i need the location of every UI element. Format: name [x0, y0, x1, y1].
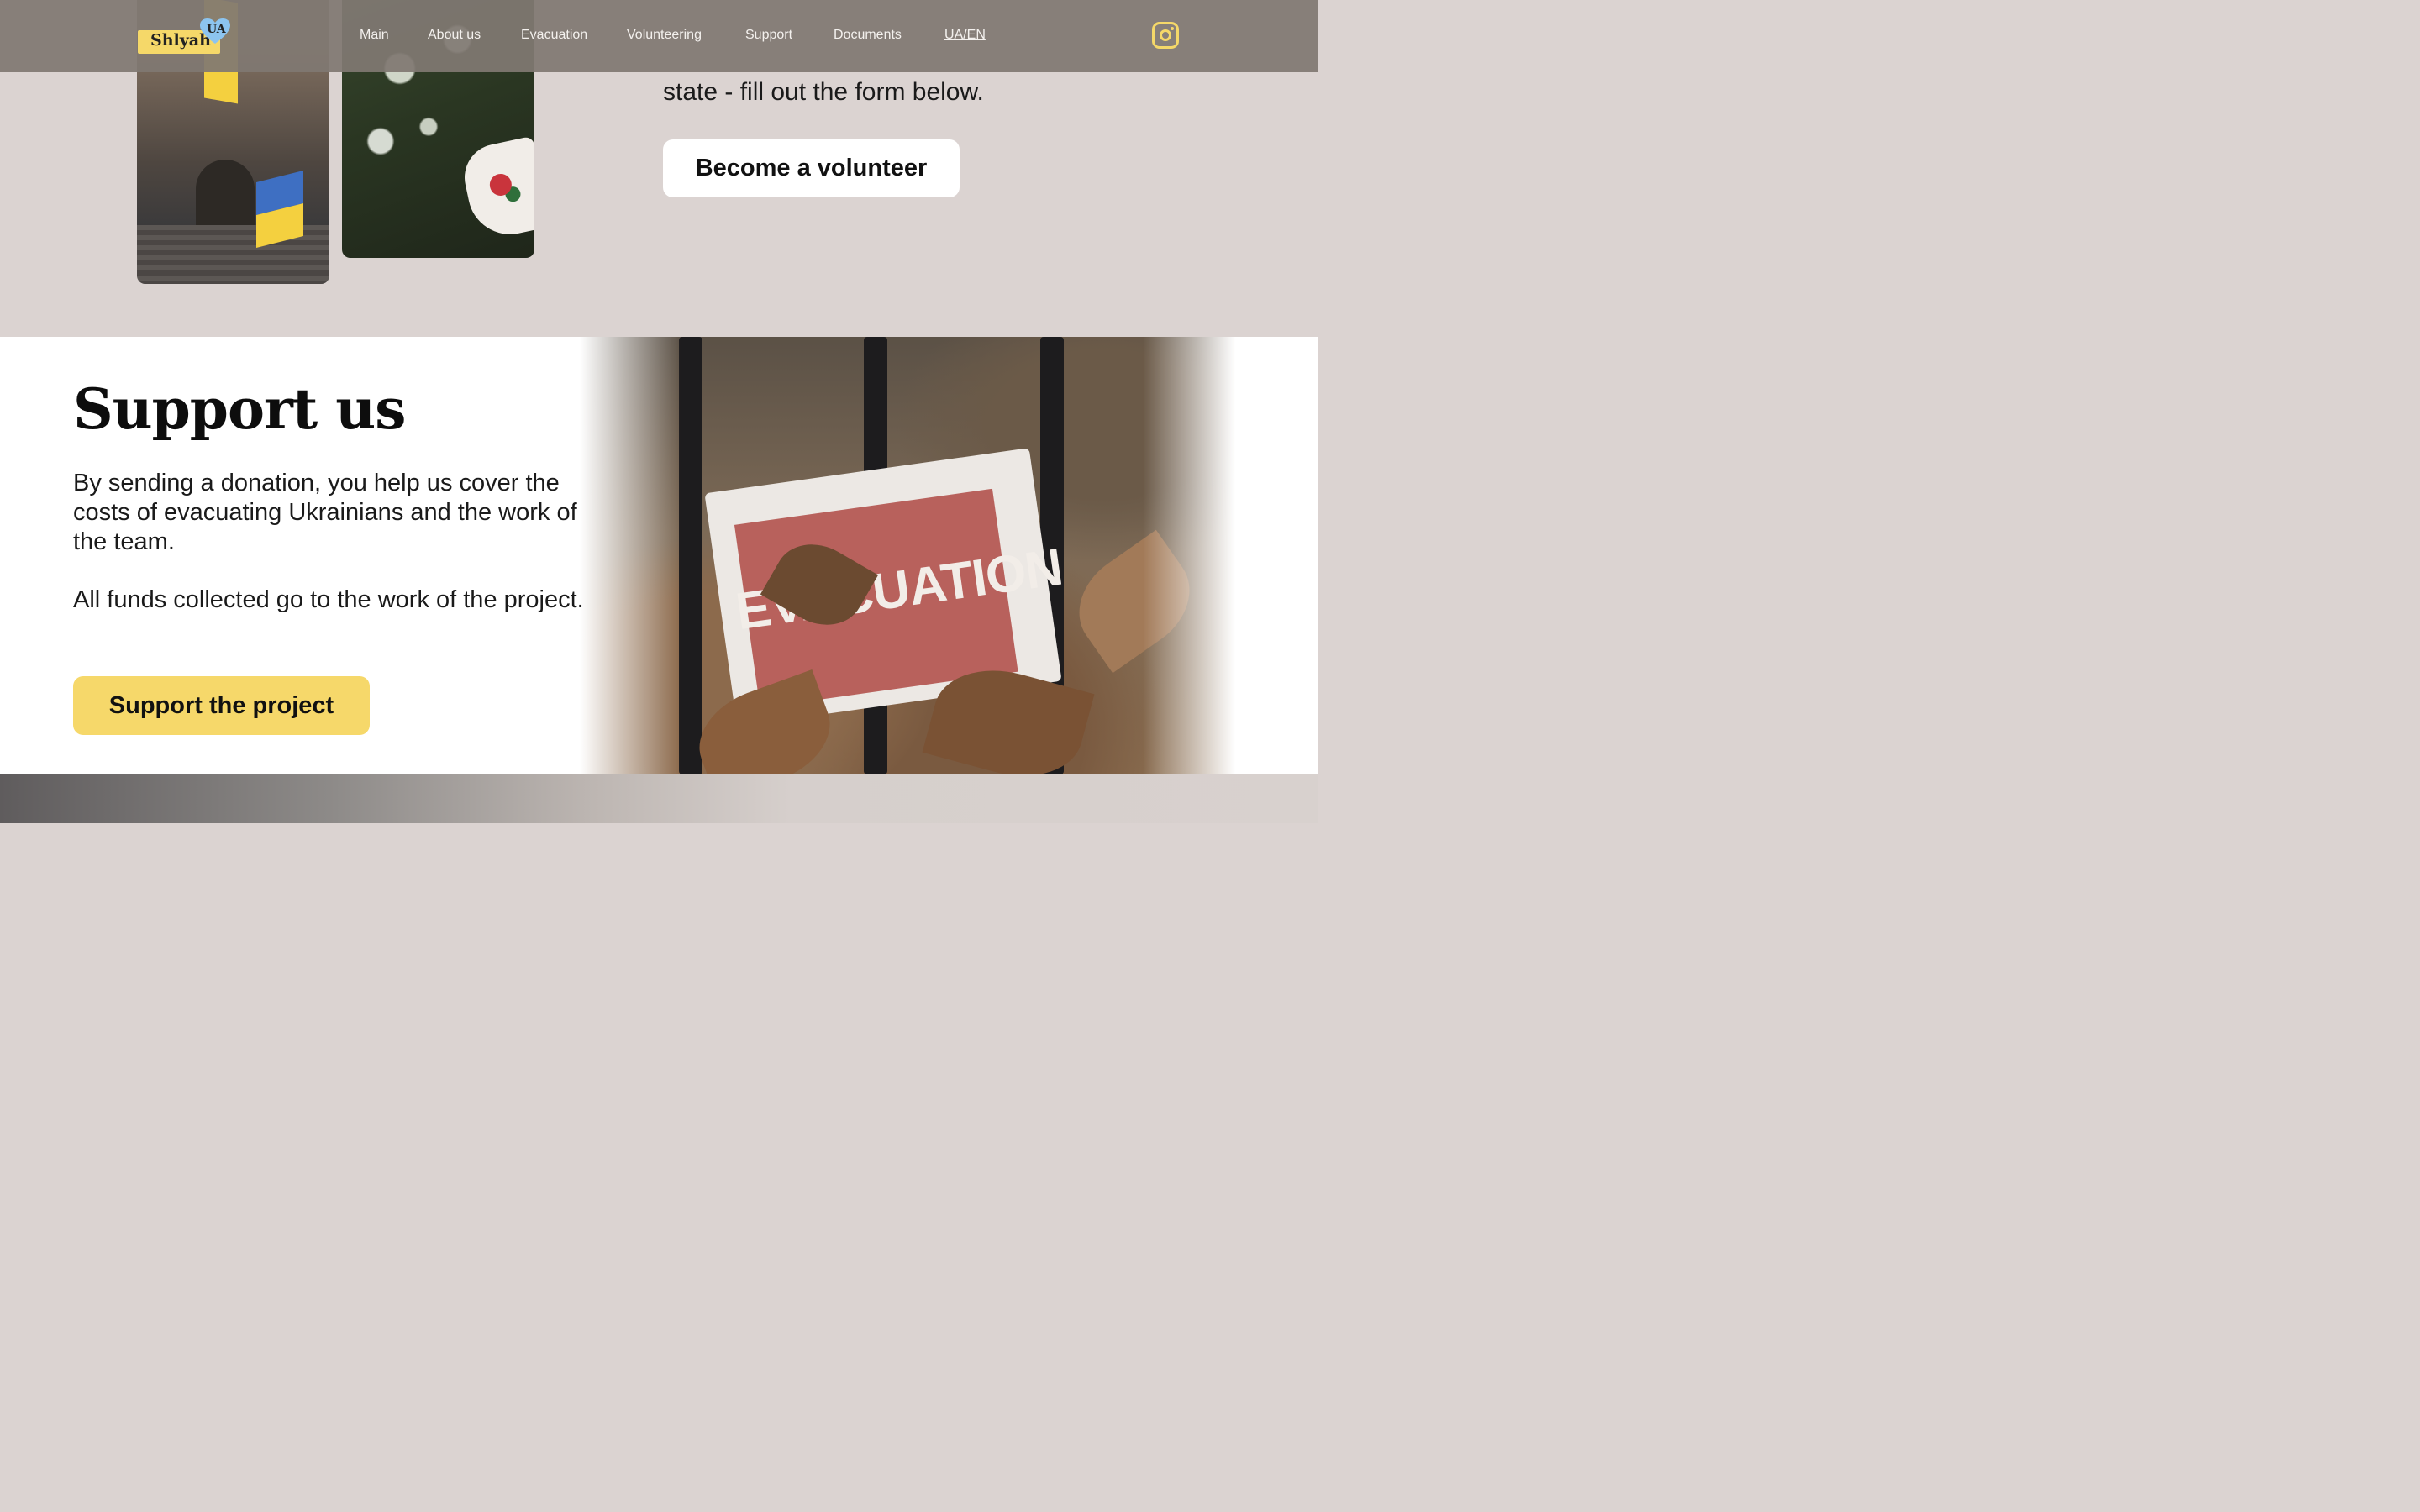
volunteer-description: state - fill out the form below.	[663, 78, 984, 106]
logo-badge: UA	[207, 23, 226, 36]
instagram-icon[interactable]	[1152, 22, 1179, 49]
support-paragraph-funds: All funds collected go to the work of th…	[73, 586, 584, 613]
nav-documents[interactable]: Documents	[834, 28, 902, 43]
nav-evacuation[interactable]: Evacuation	[521, 28, 587, 43]
ukrainian-flag	[256, 171, 303, 248]
support-paragraph-donation: By sending a donation, you help us cover…	[73, 470, 577, 555]
site-header: Shlyah UA Main About us Evacuation Volun…	[0, 0, 1318, 72]
photo-fade-right	[1143, 337, 1235, 774]
building-arch	[196, 160, 255, 235]
nav-volunteering[interactable]: Volunteering	[627, 28, 702, 43]
support-title: Support us	[73, 376, 406, 442]
next-section-preview	[0, 774, 1318, 823]
support-project-button[interactable]: Support the project	[73, 676, 370, 735]
become-volunteer-button[interactable]: Become a volunteer	[663, 139, 960, 197]
photo-fade-left	[580, 337, 681, 774]
fence-bar	[679, 337, 702, 774]
site-logo[interactable]: Shlyah UA	[138, 18, 232, 55]
nav-about-us[interactable]: About us	[428, 28, 481, 43]
logo-name: Shlyah	[150, 31, 211, 50]
nav-support[interactable]: Support	[745, 28, 792, 43]
nav-main[interactable]: Main	[360, 28, 389, 43]
embroidered-sleeve	[458, 135, 534, 243]
support-section: EVACUATION Support us By sending a donat…	[0, 337, 1318, 774]
language-switch[interactable]: UA/EN	[944, 28, 986, 43]
